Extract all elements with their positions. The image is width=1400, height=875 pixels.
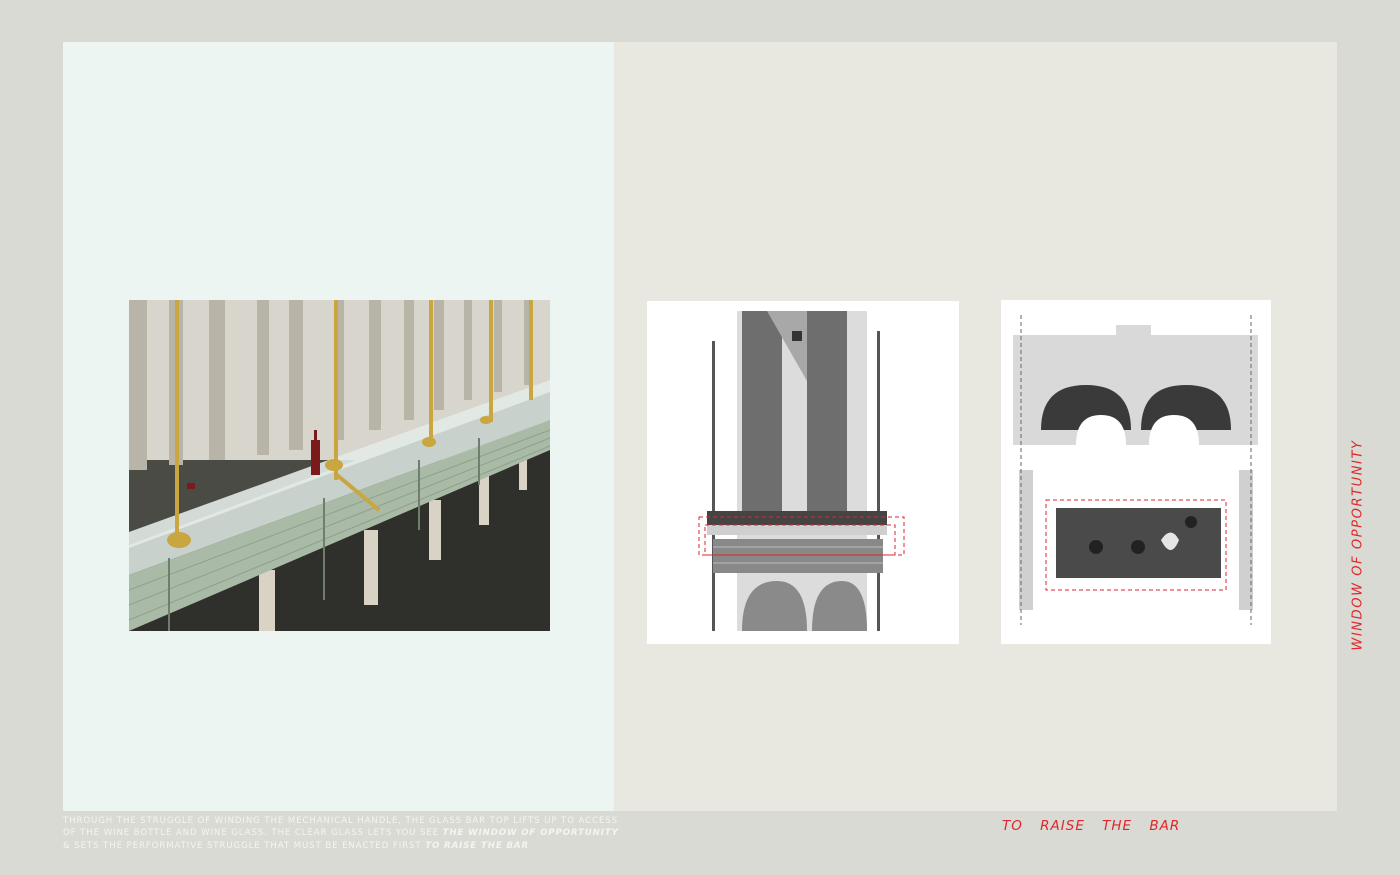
bar-section-front-image xyxy=(647,301,959,644)
bar-section-detail-image xyxy=(1001,300,1271,644)
caption-text: THROUGH THE STRUGGLE OF WINDING THE MECH… xyxy=(63,815,623,852)
bar-render-image xyxy=(129,300,550,631)
window-of-opportunity-title: WINDOW OF OPPORTUNITY xyxy=(1350,439,1366,651)
tagline: TO RAISE THE BAR xyxy=(1002,818,1181,834)
caption-emphasis-2: TO RAISE THE BAR xyxy=(425,840,529,851)
caption-emphasis-1: THE WINDOW OF OPPORTUNITY xyxy=(442,828,619,839)
caption-part-2: & SETS THE PERFORMATIVE STRUGGLE THAT MU… xyxy=(63,840,426,851)
